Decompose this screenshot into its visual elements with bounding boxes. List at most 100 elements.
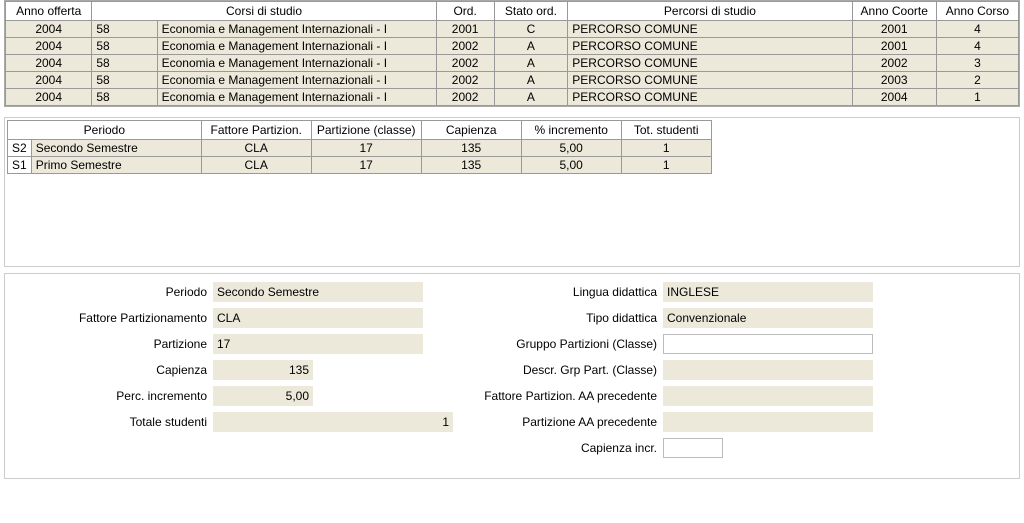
col-percorsi-studio[interactable]: Percorsi di studio: [568, 2, 852, 21]
cell-ord[interactable]: 2002: [436, 89, 494, 106]
label-lingua-didattica: Lingua didattica: [463, 285, 663, 299]
cell-partizione[interactable]: 17: [311, 140, 421, 157]
cell-titolo[interactable]: Economia e Management Internazionali - I: [157, 72, 436, 89]
partizioni-table-container: Periodo Fattore Partizion. Partizione (c…: [4, 117, 1020, 267]
cell-tot-studenti[interactable]: 1: [621, 157, 711, 174]
cell-anno-corso[interactable]: 2: [936, 72, 1018, 89]
cell-anno-corso[interactable]: 4: [936, 21, 1018, 38]
label-fattore-partizion-aa-prec: Fattore Partizion. AA precedente: [463, 389, 663, 403]
col-ord[interactable]: Ord.: [436, 2, 494, 21]
table-row[interactable]: 200458Economia e Management Internaziona…: [6, 21, 1019, 38]
cell-titolo[interactable]: Economia e Management Internazionali - I: [157, 55, 436, 72]
cell-percorso[interactable]: PERCORSO COMUNE: [568, 55, 852, 72]
col-anno-coorte[interactable]: Anno Coorte: [852, 2, 936, 21]
col-anno-corso[interactable]: Anno Corso: [936, 2, 1018, 21]
label-fattore-partizionamento: Fattore Partizionamento: [13, 311, 213, 325]
cell-capienza[interactable]: 135: [421, 140, 521, 157]
cell-codice[interactable]: 58: [92, 21, 157, 38]
cell-stato[interactable]: A: [494, 38, 568, 55]
cell-fattore[interactable]: CLA: [201, 157, 311, 174]
col-fattore-partizion[interactable]: Fattore Partizion.: [201, 121, 311, 140]
label-gruppo-partizioni-classe: Gruppo Partizioni (Classe): [463, 337, 663, 351]
value-fattore-partizionamento: CLA: [213, 308, 423, 328]
value-totale-studenti: 1: [213, 412, 453, 432]
cell-periodo[interactable]: Primo Semestre: [31, 157, 201, 174]
cell-anno-corso[interactable]: 1: [936, 89, 1018, 106]
cell-anno-offerta[interactable]: 2004: [6, 55, 92, 72]
cell-anno-offerta[interactable]: 2004: [6, 38, 92, 55]
cell-anno-coorte[interactable]: 2003: [852, 72, 936, 89]
cell-percorso[interactable]: PERCORSO COMUNE: [568, 72, 852, 89]
cell-codice[interactable]: 58: [92, 55, 157, 72]
cell-periodo-code[interactable]: S2: [8, 140, 32, 157]
input-gruppo-partizioni-classe[interactable]: [663, 334, 873, 354]
cell-anno-coorte[interactable]: 2001: [852, 38, 936, 55]
value-partizione: 17: [213, 334, 423, 354]
cell-anno-coorte[interactable]: 2002: [852, 55, 936, 72]
col-tot-studenti[interactable]: Tot. studenti: [621, 121, 711, 140]
table-row[interactable]: 200458Economia e Management Internaziona…: [6, 72, 1019, 89]
cell-percorso[interactable]: PERCORSO COMUNE: [568, 89, 852, 106]
value-perc-incremento: 5,00: [213, 386, 313, 406]
cell-anno-offerta[interactable]: 2004: [6, 21, 92, 38]
corsi-table[interactable]: Anno offerta Corsi di studio Ord. Stato …: [5, 1, 1019, 106]
col-corsi-studio[interactable]: Corsi di studio: [92, 2, 436, 21]
input-capienza-incr[interactable]: [663, 438, 723, 458]
table-row[interactable]: 200458Economia e Management Internaziona…: [6, 55, 1019, 72]
cell-stato[interactable]: C: [494, 21, 568, 38]
cell-ord[interactable]: 2002: [436, 55, 494, 72]
cell-periodo[interactable]: Secondo Semestre: [31, 140, 201, 157]
cell-anno-offerta[interactable]: 2004: [6, 89, 92, 106]
partizioni-table[interactable]: Periodo Fattore Partizion. Partizione (c…: [7, 120, 712, 174]
value-tipo-didattica: Convenzionale: [663, 308, 873, 328]
cell-incremento[interactable]: 5,00: [521, 140, 621, 157]
cell-periodo-code[interactable]: S1: [8, 157, 32, 174]
cell-titolo[interactable]: Economia e Management Internazionali - I: [157, 38, 436, 55]
cell-stato[interactable]: A: [494, 72, 568, 89]
cell-titolo[interactable]: Economia e Management Internazionali - I: [157, 21, 436, 38]
cell-percorso[interactable]: PERCORSO COMUNE: [568, 21, 852, 38]
cell-titolo[interactable]: Economia e Management Internazionali - I: [157, 89, 436, 106]
cell-fattore[interactable]: CLA: [201, 140, 311, 157]
cell-anno-coorte[interactable]: 2004: [852, 89, 936, 106]
cell-anno-coorte[interactable]: 2001: [852, 21, 936, 38]
cell-codice[interactable]: 58: [92, 72, 157, 89]
detail-panel: Periodo Secondo Semestre Lingua didattic…: [4, 273, 1020, 479]
cell-tot-studenti[interactable]: 1: [621, 140, 711, 157]
cell-ord[interactable]: 2002: [436, 72, 494, 89]
cell-codice[interactable]: 58: [92, 38, 157, 55]
value-capienza: 135: [213, 360, 313, 380]
cell-anno-offerta[interactable]: 2004: [6, 72, 92, 89]
col-capienza[interactable]: Capienza: [421, 121, 521, 140]
corsi-table-container: Anno offerta Corsi di studio Ord. Stato …: [4, 0, 1020, 107]
value-lingua-didattica: INGLESE: [663, 282, 873, 302]
label-descr-grp-part-classe: Descr. Grp Part. (Classe): [463, 363, 663, 377]
cell-stato[interactable]: A: [494, 55, 568, 72]
label-periodo: Periodo: [13, 285, 213, 299]
cell-capienza[interactable]: 135: [421, 157, 521, 174]
value-descr-grp-part-classe: [663, 360, 873, 380]
table-row[interactable]: 200458Economia e Management Internaziona…: [6, 38, 1019, 55]
cell-anno-corso[interactable]: 4: [936, 38, 1018, 55]
col-anno-offerta[interactable]: Anno offerta: [6, 2, 92, 21]
table-row[interactable]: S2Secondo SemestreCLA171355,001: [8, 140, 712, 157]
cell-stato[interactable]: A: [494, 89, 568, 106]
col-incremento[interactable]: % incremento: [521, 121, 621, 140]
cell-codice[interactable]: 58: [92, 89, 157, 106]
table-row[interactable]: 200458Economia e Management Internaziona…: [6, 89, 1019, 106]
label-capienza: Capienza: [13, 363, 213, 377]
label-tipo-didattica: Tipo didattica: [463, 311, 663, 325]
cell-ord[interactable]: 2002: [436, 38, 494, 55]
col-periodo[interactable]: Periodo: [8, 121, 202, 140]
col-partizione-classe[interactable]: Partizione (classe): [311, 121, 421, 140]
col-stato-ord[interactable]: Stato ord.: [494, 2, 568, 21]
cell-percorso[interactable]: PERCORSO COMUNE: [568, 38, 852, 55]
cell-partizione[interactable]: 17: [311, 157, 421, 174]
table-row[interactable]: S1Primo SemestreCLA171355,001: [8, 157, 712, 174]
label-partizione-aa-prec: Partizione AA precedente: [463, 415, 663, 429]
label-capienza-incr: Capienza incr.: [463, 441, 663, 455]
cell-ord[interactable]: 2001: [436, 21, 494, 38]
cell-anno-corso[interactable]: 3: [936, 55, 1018, 72]
cell-incremento[interactable]: 5,00: [521, 157, 621, 174]
corsi-header-row: Anno offerta Corsi di studio Ord. Stato …: [6, 2, 1019, 21]
